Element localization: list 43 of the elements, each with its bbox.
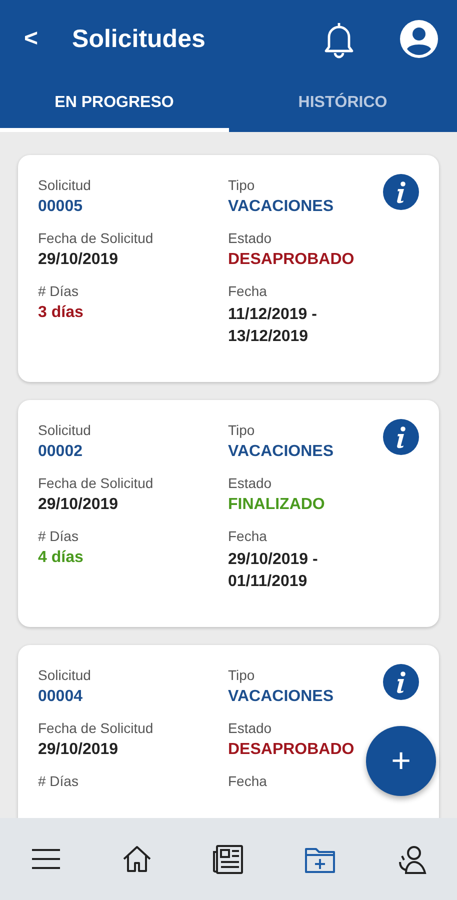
tab[interactable]: HISTÓRICO [228,78,457,132]
request-type: VACACIONES [228,198,334,216]
page-title: Solicitudes [72,24,206,54]
request-number: 00005 [38,198,82,216]
field-label: Tipo [228,177,255,193]
request-number: 00002 [38,443,82,461]
field-label: Fecha de Solicitud [38,720,154,736]
days-count: 3 días [38,304,84,322]
field-label: Fecha [228,283,267,299]
field-label: # Días [38,528,78,544]
field-label: # Días [38,773,78,789]
newspaper-icon[interactable] [211,842,246,876]
days-count: 4 días [38,549,84,567]
field-label: Estado [228,230,272,246]
request-status: DESAPROBADO [228,251,354,269]
date-range: 29/10/2019 - 01/11/2019 [228,550,319,592]
info-icon[interactable] [383,419,419,455]
request-status: FINALIZADO [228,496,325,514]
request-number: 00004 [38,688,82,706]
request-date: 29/10/2019 [38,496,118,514]
field-label: # Días [38,283,78,299]
field-label: Tipo [228,667,255,683]
request-type: VACACIONES [228,443,334,461]
field-label: Solicitud [38,177,91,193]
request-type: VACACIONES [228,688,334,706]
field-label: Fecha de Solicitud [38,230,154,246]
info-icon[interactable] [383,664,419,700]
field-label: Tipo [228,422,255,438]
field-label: Fecha [228,528,267,544]
request-date: 29/10/2019 [38,741,118,759]
field-label: Fecha de Solicitud [38,475,154,491]
field-label: Fecha [228,773,267,789]
field-label: Estado [228,720,272,736]
info-icon[interactable] [383,174,419,210]
account-icon[interactable] [399,19,439,59]
tab[interactable]: EN PROGRESO [0,78,228,132]
request-date: 29/10/2019 [38,251,118,269]
field-label: Solicitud [38,422,91,438]
request-status: DESAPROBADO [228,741,354,759]
back-button[interactable]: < [24,25,38,53]
field-label: Solicitud [38,667,91,683]
date-range: 11/12/2019 - 13/12/2019 [228,305,318,347]
field-label: Estado [228,475,272,491]
